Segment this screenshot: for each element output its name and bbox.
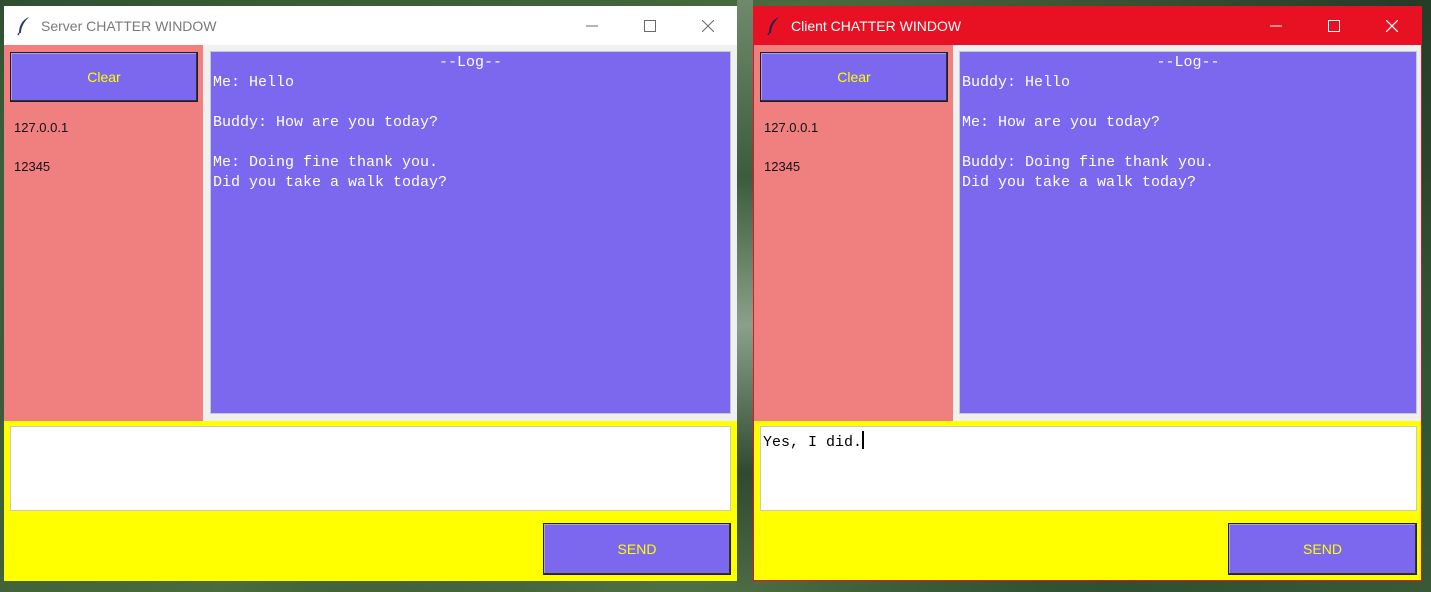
clear-button[interactable]: Clear	[760, 52, 948, 102]
send-button[interactable]: SEND	[1228, 523, 1417, 575]
desktop-background	[737, 0, 753, 592]
server-window: Server CHATTER WINDOW Clear 127.0.0.1 12…	[4, 6, 737, 581]
close-icon	[1386, 19, 1398, 32]
minimize-button[interactable]	[1247, 6, 1305, 45]
client-titlebar[interactable]: Client CHATTER WINDOW	[754, 6, 1421, 45]
text-caret	[862, 431, 865, 449]
chat-log[interactable]: --Log-- Buddy: Hello Me: How are you tod…	[959, 51, 1417, 414]
feather-icon	[16, 16, 32, 36]
message-area: Yes, I did. SEND	[754, 421, 1421, 580]
close-button[interactable]	[679, 6, 737, 45]
port-label: 12345	[764, 159, 801, 174]
minimize-icon	[586, 25, 598, 26]
window-title: Client CHATTER WINDOW	[791, 17, 962, 34]
client-window: Client CHATTER WINDOW Clear 127.0.0.1 12…	[753, 6, 1422, 581]
message-area: SEND	[4, 421, 737, 581]
message-input[interactable]	[10, 426, 731, 511]
log-header: --Log--	[1156, 54, 1220, 71]
maximize-button[interactable]	[621, 6, 679, 45]
log-header: --Log--	[438, 54, 502, 71]
minimize-icon	[1270, 25, 1282, 26]
clear-button[interactable]: Clear	[10, 52, 198, 102]
close-icon	[702, 19, 714, 32]
maximize-icon	[1328, 19, 1340, 32]
connection-panel: Clear 127.0.0.1 12345	[754, 45, 953, 421]
minimize-button[interactable]	[563, 6, 621, 45]
log-text: Buddy: Hello Me: How are you today? Budd…	[962, 74, 1215, 191]
maximize-icon	[644, 19, 656, 32]
ip-address-label: 127.0.0.1	[764, 120, 819, 135]
server-titlebar[interactable]: Server CHATTER WINDOW	[4, 6, 737, 45]
message-input-text: Yes, I did.	[763, 434, 863, 451]
close-button[interactable]	[1363, 6, 1421, 45]
window-title: Server CHATTER WINDOW	[41, 17, 217, 34]
chat-log[interactable]: --Log-- Me: Hello Buddy: How are you tod…	[210, 51, 731, 414]
feather-icon	[766, 16, 782, 36]
send-button[interactable]: SEND	[543, 523, 731, 575]
log-text: Me: Hello Buddy: How are you today? Me: …	[213, 74, 448, 191]
message-input[interactable]: Yes, I did.	[760, 426, 1417, 511]
maximize-button[interactable]	[1305, 6, 1363, 45]
port-label: 12345	[14, 159, 51, 174]
connection-panel: Clear 127.0.0.1 12345	[4, 45, 203, 421]
ip-address-label: 127.0.0.1	[14, 120, 69, 135]
